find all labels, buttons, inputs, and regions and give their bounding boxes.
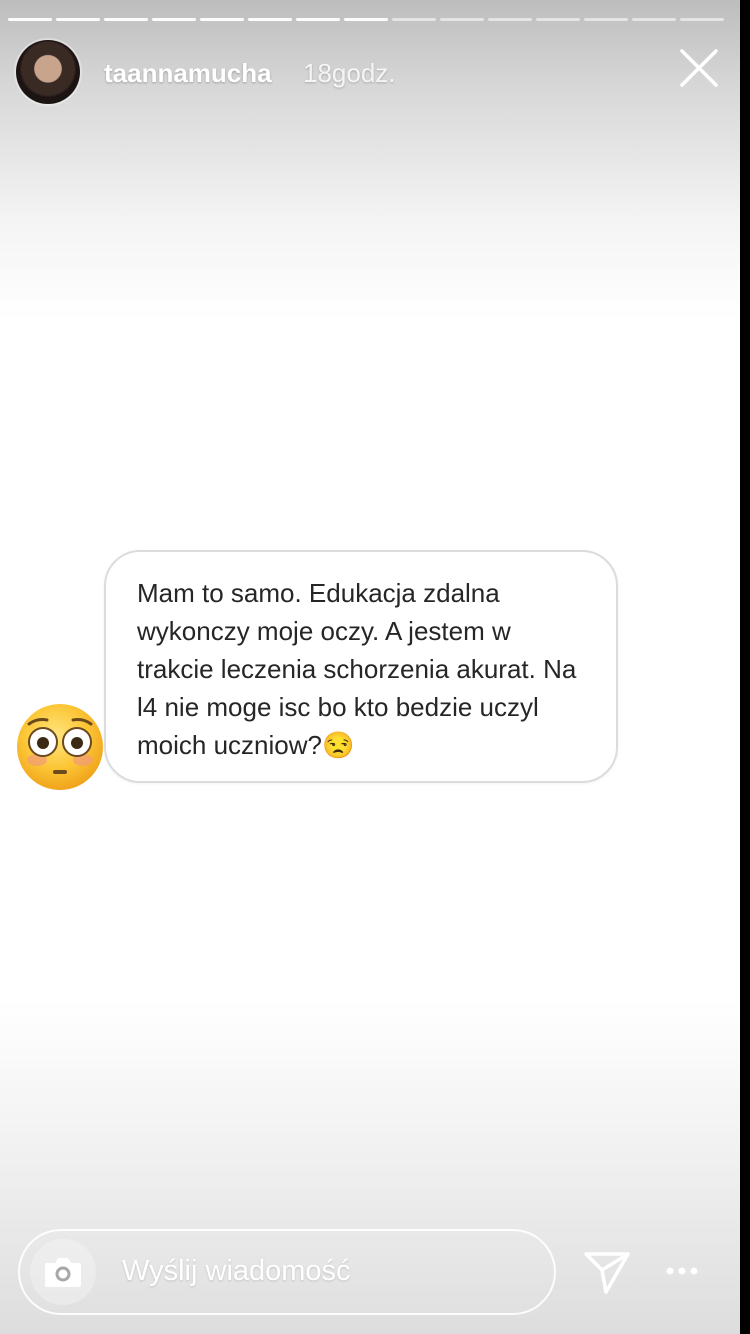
progress-segment	[680, 18, 724, 21]
progress-segment	[8, 18, 52, 21]
more-dots-icon[interactable]	[660, 1256, 704, 1286]
flushed-face-icon[interactable]	[15, 702, 105, 792]
close-icon[interactable]	[678, 47, 720, 89]
post-time: 18godz.	[303, 58, 396, 88]
progress-segment	[248, 18, 292, 21]
progress-segment	[392, 18, 436, 21]
story-progress-bar	[8, 18, 724, 22]
progress-segment	[632, 18, 676, 21]
avatar[interactable]	[16, 40, 80, 104]
progress-segment	[584, 18, 628, 21]
reply-bar: Wyślij wiadomość	[0, 1226, 740, 1318]
question-bubble: Mam to samo. Edukacja zdalna wykonczy mo…	[104, 550, 618, 783]
progress-segment	[200, 18, 244, 21]
progress-segment	[344, 18, 388, 21]
progress-segment	[104, 18, 148, 21]
message-placeholder: Wyślij wiadomość	[122, 1255, 351, 1287]
screen-edge	[740, 0, 750, 1334]
progress-segment	[152, 18, 196, 21]
paper-plane-icon[interactable]	[582, 1246, 632, 1296]
progress-segment	[296, 18, 340, 21]
progress-segment	[56, 18, 100, 21]
username[interactable]: taannamucha	[104, 58, 272, 89]
progress-segment	[440, 18, 484, 21]
camera-icon[interactable]	[30, 1239, 96, 1305]
progress-segment	[536, 18, 580, 21]
message-input[interactable]: Wyślij wiadomość	[18, 1229, 556, 1315]
question-text: Mam to samo. Edukacja zdalna wykonczy mo…	[137, 578, 577, 760]
progress-segment	[488, 18, 532, 21]
